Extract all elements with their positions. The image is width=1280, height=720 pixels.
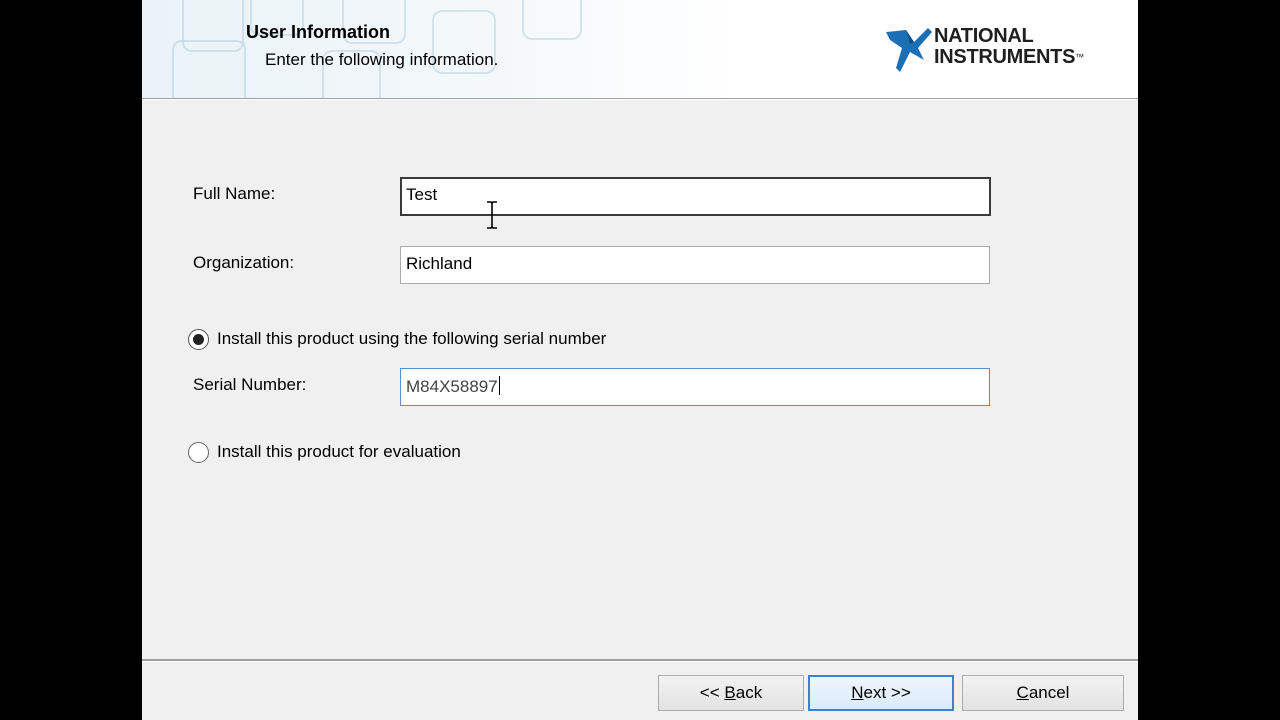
organization-label: Organization: (193, 253, 295, 272)
next-button[interactable]: Next >> (808, 675, 954, 711)
serial-number-radio[interactable] (188, 328, 209, 350)
serial-number-value: M84X58897 (406, 377, 498, 396)
logo-line-1: NATIONAL (934, 25, 1034, 47)
header-decoration (172, 40, 246, 98)
header-separator-highlight (142, 99, 1138, 100)
page-subtitle: Enter the following information. (265, 50, 499, 69)
serial-number-option[interactable]: Install this product using the following… (188, 327, 606, 351)
cancel-button-mnemonic: C (1016, 683, 1029, 702)
serial-number-input[interactable]: M84X58897 (400, 368, 990, 406)
ni-eagle-logo-icon (886, 28, 932, 72)
logo-line-2-text: INSTRUMENTS (934, 46, 1076, 68)
header-banner: User Information Enter the following inf… (142, 0, 1138, 98)
ibeam-cursor-icon (487, 201, 497, 229)
header-decoration (522, 0, 582, 40)
cancel-button-rest: ancel (1028, 683, 1070, 702)
back-button-rest: ack (735, 683, 763, 702)
back-button[interactable]: << Back (658, 675, 804, 711)
serial-number-label: Serial Number: (193, 375, 307, 394)
logo-trademark: ™ (1075, 52, 1084, 62)
organization-value: Richland (406, 254, 473, 273)
footer-separator-highlight (142, 661, 1138, 662)
next-button-mnemonic: N (851, 683, 864, 702)
full-name-label: Full Name: (193, 184, 276, 203)
evaluation-radio[interactable] (188, 441, 209, 463)
organization-input[interactable]: Richland (400, 246, 990, 284)
serial-number-value-wrap: M84X58897 (406, 376, 500, 397)
national-instruments-logo: NATIONAL INSTRUMENTS™ (884, 26, 1096, 78)
evaluation-option-label: Install this product for evaluation (217, 442, 461, 461)
logo-wordmark: NATIONAL INSTRUMENTS™ (934, 26, 1084, 68)
evaluation-option[interactable]: Install this product for evaluation (188, 440, 461, 464)
back-button-prefix: << (699, 683, 725, 702)
serial-number-option-label: Install this product using the following… (217, 329, 607, 348)
text-caret (498, 376, 500, 395)
cancel-button[interactable]: Cancel (962, 675, 1124, 711)
full-name-value: Test (406, 185, 438, 204)
letterbox-left (0, 0, 142, 720)
logo-line-2: INSTRUMENTS™ (934, 47, 1084, 68)
letterbox-right (1138, 0, 1280, 720)
installer-dialog: User Information Enter the following inf… (142, 0, 1138, 720)
radio-selected-dot (193, 333, 204, 345)
next-button-rest: ext >> (863, 683, 911, 702)
back-button-mnemonic: B (724, 683, 736, 702)
page-title: User Information (246, 22, 391, 42)
